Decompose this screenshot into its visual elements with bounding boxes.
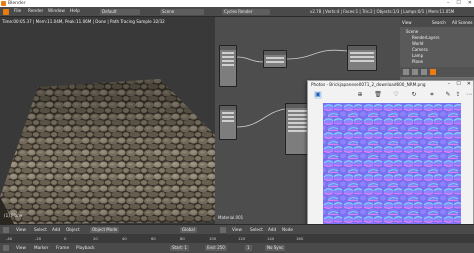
active-object-label: (1) Plane <box>4 213 23 218</box>
vp-menu-add[interactable]: Add <box>52 227 60 232</box>
render-tab-icon[interactable] <box>403 69 409 75</box>
share-icon[interactable]: ⇪ <box>454 91 462 99</box>
tick-label: 40 <box>122 236 127 241</box>
edit-icon[interactable]: ✎ <box>444 91 452 99</box>
zoom-in-icon[interactable]: ⊕ <box>356 91 364 99</box>
properties-tabs <box>400 67 474 77</box>
scene-tab-icon[interactable] <box>412 69 418 75</box>
3d-viewport[interactable]: Time:00:05.37 | Mem:11.04M, Peak:11.06M … <box>0 17 215 224</box>
material-name: Material.001 <box>218 215 244 220</box>
object-tab-icon[interactable] <box>430 69 436 75</box>
heart-icon[interactable]: ♡ <box>392 91 400 99</box>
3d-view-type-icon[interactable] <box>3 227 9 233</box>
rotate-icon[interactable]: ↻ <box>410 91 418 99</box>
node-menu-node[interactable]: Node <box>282 227 293 232</box>
tick-label: 60 <box>151 236 156 241</box>
render-engine-dropdown[interactable]: Cycles Render <box>222 9 270 15</box>
node-menu-select[interactable]: Select <box>250 227 263 232</box>
start-frame-field[interactable]: Start: 1 <box>170 245 189 251</box>
timeline-header: View Marker Frame Playback Start: 1 End:… <box>0 243 474 253</box>
outliner-item-scene[interactable]: Scene <box>406 29 418 34</box>
menu-render[interactable]: Render <box>28 9 43 14</box>
tick-label: 140 <box>267 236 275 241</box>
normal-map-image <box>323 103 461 243</box>
blender-logo-icon <box>1 1 6 6</box>
scene-stats: v2.78 | Verts:4 | Faces:1 | Tris:2 | Obj… <box>310 9 455 14</box>
window-title-bar: Blender – ☐ ✕ <box>0 0 474 7</box>
window-title: Blender <box>8 1 26 6</box>
photos-toolbar: ▣ ⊕ 🗑 ♡ ↻ ⌗ ✎ ⇪ ⋯ <box>308 89 473 101</box>
tl-menu-marker[interactable]: Marker <box>34 245 48 250</box>
tick-label: -20 <box>35 236 42 241</box>
scene-dropdown[interactable]: Scene <box>160 9 204 15</box>
photos-close-button[interactable]: ✕ <box>467 81 471 87</box>
end-frame-field[interactable]: End: 250 <box>205 245 227 251</box>
tick-label: 80 <box>180 236 185 241</box>
outliner-item-lamp[interactable]: Lamp <box>412 53 423 58</box>
tl-menu-view[interactable]: View <box>16 245 26 250</box>
menu-window[interactable]: Window <box>48 9 65 14</box>
material-output-node[interactable] <box>347 45 377 71</box>
outliner-search-menu[interactable]: Search <box>432 20 446 25</box>
node-menu-view[interactable]: View <box>232 227 242 232</box>
world-tab-icon[interactable] <box>421 69 427 75</box>
outliner-item-world[interactable]: World <box>412 41 423 46</box>
editor-headers: View Select Add Object Object Mode Globa… <box>0 224 474 234</box>
mode-dropdown[interactable]: Object Mode <box>90 227 120 233</box>
shader-node[interactable] <box>263 50 287 68</box>
tl-menu-playback[interactable]: Playback <box>76 245 95 250</box>
tick-label: 120 <box>238 236 246 241</box>
editor-type-icon[interactable] <box>3 9 9 15</box>
outliner-view-menu[interactable]: View <box>402 20 412 25</box>
tick-label: 160 <box>296 236 304 241</box>
vp-menu-view[interactable]: View <box>16 227 26 232</box>
maximize-button[interactable]: ☐ <box>456 0 460 7</box>
vp-menu-select[interactable]: Select <box>34 227 47 232</box>
mapping-node[interactable] <box>219 105 237 140</box>
outliner-item-renderlayers[interactable]: RenderLayers <box>412 35 439 40</box>
current-frame-field[interactable]: 1 <box>245 245 252 251</box>
tick-label: -40 <box>6 236 13 241</box>
menu-help[interactable]: Help <box>70 9 80 14</box>
tl-menu-frame[interactable]: Frame <box>56 245 69 250</box>
image-icon[interactable]: ▣ <box>314 91 322 99</box>
info-header: File Render Window Help Default Scene Cy… <box>0 7 474 17</box>
outliner-item-plane[interactable]: Plane <box>412 59 423 64</box>
texture-node[interactable] <box>219 45 237 87</box>
photos-maximize-button[interactable]: ☐ <box>456 81 460 87</box>
minimize-button[interactable]: – <box>447 0 450 7</box>
tick-label: 20 <box>93 236 98 241</box>
outliner-item-camera[interactable]: Camera <box>412 47 428 52</box>
vp-menu-object[interactable]: Object <box>66 227 80 232</box>
tick-label: 100 <box>209 236 217 241</box>
outliner-tree: Scene RenderLayers World Camera Lamp Pla… <box>400 27 474 67</box>
timeline-ruler[interactable]: -40 -20 0 20 40 60 80 100 120 140 160 <box>0 234 474 243</box>
sync-dropdown[interactable]: No Sync <box>265 245 286 251</box>
node-menu-add[interactable]: Add <box>268 227 276 232</box>
close-button[interactable]: ✕ <box>468 0 472 7</box>
menu-file[interactable]: File <box>14 9 21 14</box>
photos-minimize-button[interactable]: – <box>448 81 451 87</box>
render-status: Time:00:05.37 | Mem:11.04M, Peak:11.06M … <box>2 19 165 24</box>
node-editor-type-icon[interactable] <box>220 227 226 233</box>
crop-icon[interactable]: ⌗ <box>428 91 436 99</box>
screen-layout-dropdown[interactable]: Default <box>100 9 140 15</box>
rendered-stone-plane <box>0 79 215 224</box>
outliner-filter-dropdown[interactable]: All Scenes <box>452 20 473 25</box>
tick-label: 0 <box>64 236 67 241</box>
timeline-type-icon[interactable] <box>3 245 9 251</box>
delete-icon[interactable]: 🗑 <box>374 91 382 99</box>
more-icon[interactable]: ⋯ <box>465 91 473 99</box>
transform-orientation-dropdown[interactable]: Global <box>180 227 197 233</box>
photos-title: Photos - Brickjapanese0071_2_download600… <box>311 82 426 87</box>
